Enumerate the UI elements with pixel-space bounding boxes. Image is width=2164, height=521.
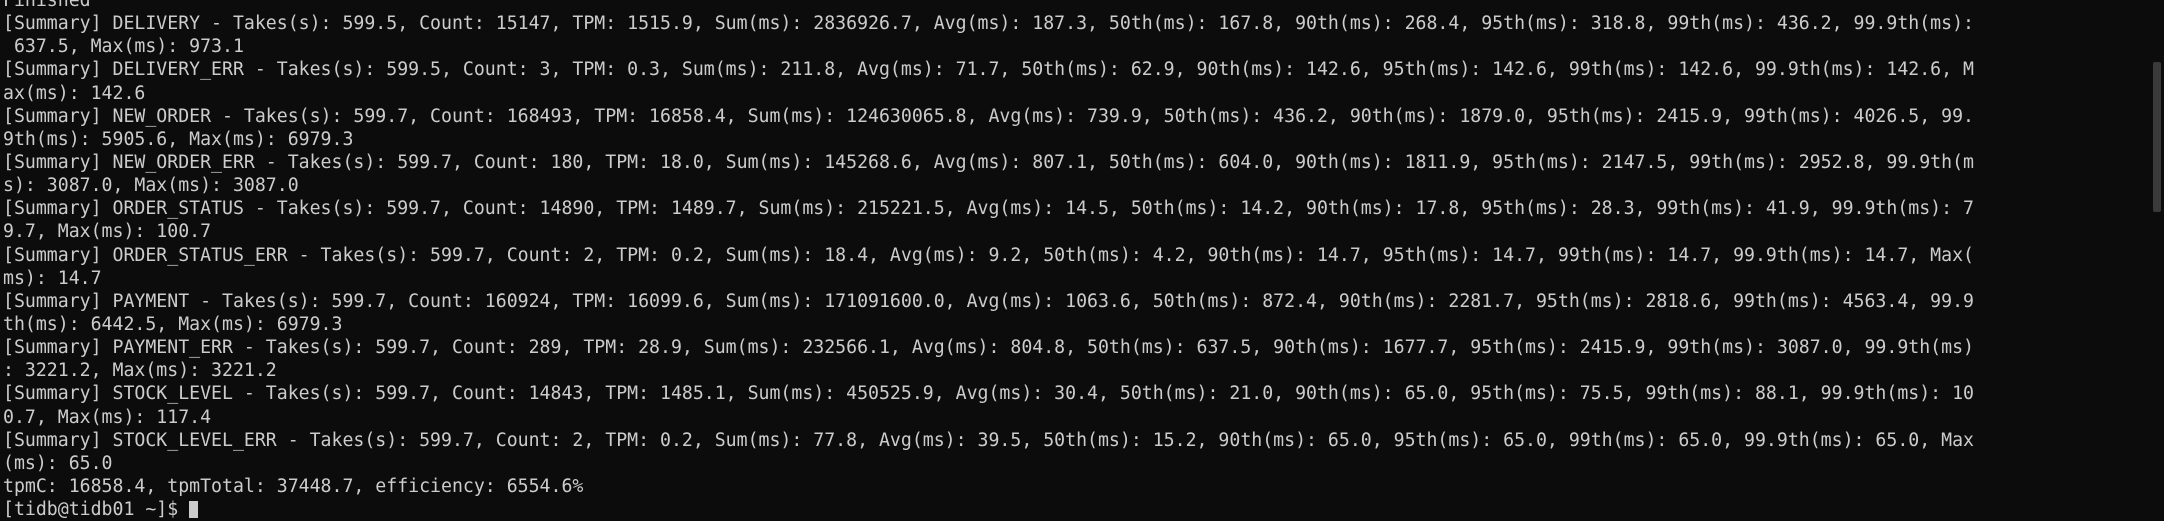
terminal-line: 0.7, Max(ms): 117.4: [3, 406, 212, 428]
terminal-line: [Summary] STOCK_LEVEL - Takes(s): 599.7,…: [3, 383, 1974, 405]
terminal-line: ax(ms): 142.6: [3, 82, 146, 104]
terminal-line: 637.5, Max(ms): 973.1: [3, 36, 244, 58]
terminal-line: [Summary] NEW_ORDER - Takes(s): 599.7, C…: [3, 105, 1974, 127]
text-cursor: [189, 501, 199, 519]
terminal-line: [Summary] DELIVERY_ERR - Takes(s): 599.5…: [3, 59, 1974, 81]
terminal-line: [Summary] NEW_ORDER_ERR - Takes(s): 599.…: [3, 151, 1974, 173]
terminal-line: tpmC: 16858.4, tpmTotal: 37448.7, effici…: [3, 475, 584, 497]
terminal-line: ms): 14.7: [3, 267, 102, 289]
terminal-line: [Summary] ORDER_STATUS - Takes(s): 599.7…: [3, 198, 1974, 220]
terminal-window[interactable]: Finished [Summary] DELIVERY - Takes(s): …: [0, 0, 2164, 521]
terminal-line: 9th(ms): 5905.6, Max(ms): 6979.3: [3, 128, 354, 150]
terminal-line: s): 3087.0, Max(ms): 3087.0: [3, 175, 299, 197]
terminal-line: th(ms): 6442.5, Max(ms): 6979.3: [3, 313, 343, 335]
terminal-line: [Summary] DELIVERY - Takes(s): 599.5, Co…: [3, 13, 1974, 35]
terminal-line: : 3221.2, Max(ms): 3221.2: [3, 360, 277, 382]
prompt-line[interactable]: [tidb@tidb01 ~]$: [3, 498, 2143, 521]
terminal-line: (ms): 65.0: [3, 452, 113, 474]
terminal-line: 9.7, Max(ms): 100.7: [3, 221, 212, 243]
terminal-output: Finished [Summary] DELIVERY - Takes(s): …: [3, 0, 2143, 521]
terminal-line: Finished: [3, 0, 91, 11]
terminal-line: [Summary] PAYMENT_ERR - Takes(s): 599.7,…: [3, 337, 1974, 359]
vertical-scrollbar[interactable]: [2150, 0, 2164, 521]
terminal-line: [Summary] STOCK_LEVEL_ERR - Takes(s): 59…: [3, 429, 1974, 451]
terminal-line: [Summary] ORDER_STATUS_ERR - Takes(s): 5…: [3, 244, 1974, 266]
shell-prompt: [tidb@tidb01 ~]$: [3, 499, 190, 521]
terminal-line: [Summary] PAYMENT - Takes(s): 599.7, Cou…: [3, 290, 1974, 312]
scrollbar-thumb[interactable]: [2153, 62, 2161, 212]
